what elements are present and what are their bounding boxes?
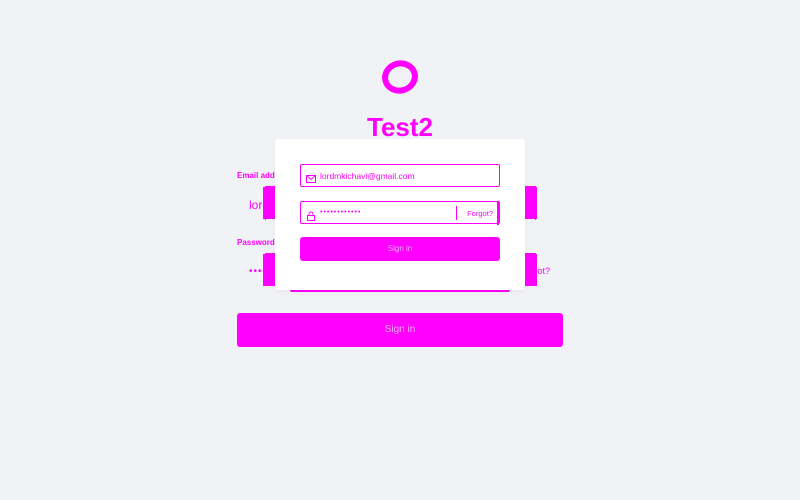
email-input[interactable]: lordmkichavi@gmail.com xyxy=(320,171,415,181)
field-edge xyxy=(497,202,499,225)
sign-in-button-large[interactable]: Sign in xyxy=(237,313,563,347)
password-field[interactable]: •••••••••••• Forgot? xyxy=(300,201,500,225)
sign-in-button[interactable]: Sign in xyxy=(300,237,500,261)
password-label: Password xyxy=(237,238,275,247)
forgot-password-link[interactable]: Forgot? xyxy=(467,209,493,218)
forgot-divider xyxy=(456,206,457,220)
lock-icon xyxy=(306,208,316,221)
field-edge-bar xyxy=(525,187,537,219)
mail-icon xyxy=(306,171,316,183)
email-field[interactable]: lordmkichavi@gmail.com xyxy=(300,164,500,187)
app-logo-icon xyxy=(380,58,420,96)
password-input[interactable]: •••••••••••• xyxy=(320,209,361,216)
